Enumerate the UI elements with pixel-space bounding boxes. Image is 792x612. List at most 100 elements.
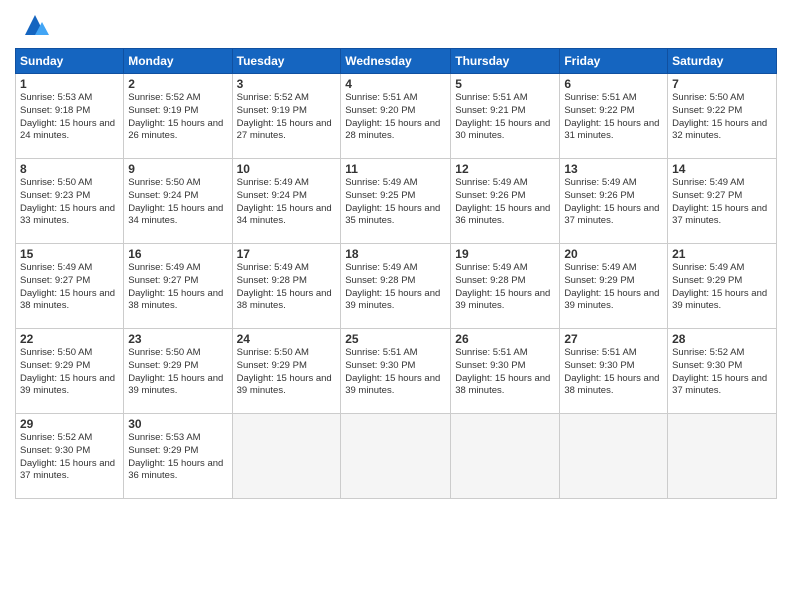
day-info: Sunrise: 5:53 AM Sunset: 9:29 PM Dayligh… bbox=[128, 432, 227, 483]
day-info: Sunrise: 5:49 AM Sunset: 9:25 PM Dayligh… bbox=[345, 177, 446, 228]
day-info: Sunrise: 5:49 AM Sunset: 9:28 PM Dayligh… bbox=[345, 262, 446, 313]
day-number: 25 bbox=[345, 332, 446, 346]
day-number: 13 bbox=[564, 162, 663, 176]
header-tuesday: Tuesday bbox=[232, 49, 341, 74]
day-number: 19 bbox=[455, 247, 555, 261]
calendar-cell: 4 Sunrise: 5:51 AM Sunset: 9:20 PM Dayli… bbox=[341, 74, 451, 159]
page: Sunday Monday Tuesday Wednesday Thursday… bbox=[0, 0, 792, 612]
day-number: 1 bbox=[20, 77, 119, 91]
calendar-cell bbox=[668, 414, 777, 499]
calendar-header-row: Sunday Monday Tuesday Wednesday Thursday… bbox=[16, 49, 777, 74]
day-info: Sunrise: 5:50 AM Sunset: 9:23 PM Dayligh… bbox=[20, 177, 119, 228]
day-info: Sunrise: 5:49 AM Sunset: 9:26 PM Dayligh… bbox=[455, 177, 555, 228]
calendar-cell bbox=[341, 414, 451, 499]
calendar-cell: 15 Sunrise: 5:49 AM Sunset: 9:27 PM Dayl… bbox=[16, 244, 124, 329]
day-number: 30 bbox=[128, 417, 227, 431]
day-number: 28 bbox=[672, 332, 772, 346]
day-number: 17 bbox=[237, 247, 337, 261]
day-info: Sunrise: 5:49 AM Sunset: 9:28 PM Dayligh… bbox=[455, 262, 555, 313]
calendar-cell: 26 Sunrise: 5:51 AM Sunset: 9:30 PM Dayl… bbox=[451, 329, 560, 414]
header-friday: Friday bbox=[560, 49, 668, 74]
calendar-cell bbox=[560, 414, 668, 499]
day-info: Sunrise: 5:52 AM Sunset: 9:19 PM Dayligh… bbox=[128, 92, 227, 143]
day-number: 20 bbox=[564, 247, 663, 261]
calendar-cell: 28 Sunrise: 5:52 AM Sunset: 9:30 PM Dayl… bbox=[668, 329, 777, 414]
day-number: 7 bbox=[672, 77, 772, 91]
calendar-cell: 10 Sunrise: 5:49 AM Sunset: 9:24 PM Dayl… bbox=[232, 159, 341, 244]
day-number: 8 bbox=[20, 162, 119, 176]
calendar-cell bbox=[232, 414, 341, 499]
header-thursday: Thursday bbox=[451, 49, 560, 74]
header-monday: Monday bbox=[124, 49, 232, 74]
calendar-cell: 16 Sunrise: 5:49 AM Sunset: 9:27 PM Dayl… bbox=[124, 244, 232, 329]
day-info: Sunrise: 5:52 AM Sunset: 9:19 PM Dayligh… bbox=[237, 92, 337, 143]
calendar-cell: 1 Sunrise: 5:53 AM Sunset: 9:18 PM Dayli… bbox=[16, 74, 124, 159]
header bbox=[15, 10, 777, 40]
day-info: Sunrise: 5:49 AM Sunset: 9:24 PM Dayligh… bbox=[237, 177, 337, 228]
day-number: 2 bbox=[128, 77, 227, 91]
day-number: 21 bbox=[672, 247, 772, 261]
calendar-cell: 21 Sunrise: 5:49 AM Sunset: 9:29 PM Dayl… bbox=[668, 244, 777, 329]
day-info: Sunrise: 5:51 AM Sunset: 9:30 PM Dayligh… bbox=[345, 347, 446, 398]
calendar-cell: 25 Sunrise: 5:51 AM Sunset: 9:30 PM Dayl… bbox=[341, 329, 451, 414]
calendar-cell: 19 Sunrise: 5:49 AM Sunset: 9:28 PM Dayl… bbox=[451, 244, 560, 329]
day-number: 27 bbox=[564, 332, 663, 346]
calendar-cell: 20 Sunrise: 5:49 AM Sunset: 9:29 PM Dayl… bbox=[560, 244, 668, 329]
calendar-cell: 6 Sunrise: 5:51 AM Sunset: 9:22 PM Dayli… bbox=[560, 74, 668, 159]
day-info: Sunrise: 5:51 AM Sunset: 9:30 PM Dayligh… bbox=[455, 347, 555, 398]
day-info: Sunrise: 5:50 AM Sunset: 9:29 PM Dayligh… bbox=[20, 347, 119, 398]
day-number: 9 bbox=[128, 162, 227, 176]
day-number: 4 bbox=[345, 77, 446, 91]
day-number: 5 bbox=[455, 77, 555, 91]
day-info: Sunrise: 5:49 AM Sunset: 9:26 PM Dayligh… bbox=[564, 177, 663, 228]
day-number: 3 bbox=[237, 77, 337, 91]
calendar-cell: 18 Sunrise: 5:49 AM Sunset: 9:28 PM Dayl… bbox=[341, 244, 451, 329]
day-info: Sunrise: 5:49 AM Sunset: 9:29 PM Dayligh… bbox=[672, 262, 772, 313]
day-info: Sunrise: 5:49 AM Sunset: 9:27 PM Dayligh… bbox=[20, 262, 119, 313]
day-info: Sunrise: 5:51 AM Sunset: 9:30 PM Dayligh… bbox=[564, 347, 663, 398]
day-info: Sunrise: 5:50 AM Sunset: 9:29 PM Dayligh… bbox=[128, 347, 227, 398]
header-sunday: Sunday bbox=[16, 49, 124, 74]
day-number: 23 bbox=[128, 332, 227, 346]
day-info: Sunrise: 5:49 AM Sunset: 9:29 PM Dayligh… bbox=[564, 262, 663, 313]
day-info: Sunrise: 5:51 AM Sunset: 9:22 PM Dayligh… bbox=[564, 92, 663, 143]
day-info: Sunrise: 5:50 AM Sunset: 9:29 PM Dayligh… bbox=[237, 347, 337, 398]
calendar-cell: 12 Sunrise: 5:49 AM Sunset: 9:26 PM Dayl… bbox=[451, 159, 560, 244]
calendar-cell: 23 Sunrise: 5:50 AM Sunset: 9:29 PM Dayl… bbox=[124, 329, 232, 414]
day-number: 22 bbox=[20, 332, 119, 346]
header-wednesday: Wednesday bbox=[341, 49, 451, 74]
day-info: Sunrise: 5:53 AM Sunset: 9:18 PM Dayligh… bbox=[20, 92, 119, 143]
calendar-week-row: 1 Sunrise: 5:53 AM Sunset: 9:18 PM Dayli… bbox=[16, 74, 777, 159]
day-info: Sunrise: 5:52 AM Sunset: 9:30 PM Dayligh… bbox=[672, 347, 772, 398]
day-number: 14 bbox=[672, 162, 772, 176]
day-info: Sunrise: 5:52 AM Sunset: 9:30 PM Dayligh… bbox=[20, 432, 119, 483]
calendar-cell: 29 Sunrise: 5:52 AM Sunset: 9:30 PM Dayl… bbox=[16, 414, 124, 499]
calendar-cell: 30 Sunrise: 5:53 AM Sunset: 9:29 PM Dayl… bbox=[124, 414, 232, 499]
calendar-week-row: 29 Sunrise: 5:52 AM Sunset: 9:30 PM Dayl… bbox=[16, 414, 777, 499]
calendar-cell: 13 Sunrise: 5:49 AM Sunset: 9:26 PM Dayl… bbox=[560, 159, 668, 244]
calendar-week-row: 22 Sunrise: 5:50 AM Sunset: 9:29 PM Dayl… bbox=[16, 329, 777, 414]
calendar-cell: 2 Sunrise: 5:52 AM Sunset: 9:19 PM Dayli… bbox=[124, 74, 232, 159]
logo-icon bbox=[20, 10, 50, 40]
day-number: 29 bbox=[20, 417, 119, 431]
calendar-cell bbox=[451, 414, 560, 499]
day-info: Sunrise: 5:49 AM Sunset: 9:28 PM Dayligh… bbox=[237, 262, 337, 313]
calendar-cell: 3 Sunrise: 5:52 AM Sunset: 9:19 PM Dayli… bbox=[232, 74, 341, 159]
day-number: 24 bbox=[237, 332, 337, 346]
calendar-cell: 7 Sunrise: 5:50 AM Sunset: 9:22 PM Dayli… bbox=[668, 74, 777, 159]
day-number: 26 bbox=[455, 332, 555, 346]
day-info: Sunrise: 5:51 AM Sunset: 9:20 PM Dayligh… bbox=[345, 92, 446, 143]
day-number: 6 bbox=[564, 77, 663, 91]
calendar-cell: 22 Sunrise: 5:50 AM Sunset: 9:29 PM Dayl… bbox=[16, 329, 124, 414]
day-number: 18 bbox=[345, 247, 446, 261]
calendar-cell: 24 Sunrise: 5:50 AM Sunset: 9:29 PM Dayl… bbox=[232, 329, 341, 414]
calendar-cell: 8 Sunrise: 5:50 AM Sunset: 9:23 PM Dayli… bbox=[16, 159, 124, 244]
day-info: Sunrise: 5:49 AM Sunset: 9:27 PM Dayligh… bbox=[672, 177, 772, 228]
day-number: 11 bbox=[345, 162, 446, 176]
day-info: Sunrise: 5:50 AM Sunset: 9:22 PM Dayligh… bbox=[672, 92, 772, 143]
calendar-cell: 11 Sunrise: 5:49 AM Sunset: 9:25 PM Dayl… bbox=[341, 159, 451, 244]
day-number: 16 bbox=[128, 247, 227, 261]
calendar-cell: 9 Sunrise: 5:50 AM Sunset: 9:24 PM Dayli… bbox=[124, 159, 232, 244]
calendar-cell: 5 Sunrise: 5:51 AM Sunset: 9:21 PM Dayli… bbox=[451, 74, 560, 159]
calendar-cell: 27 Sunrise: 5:51 AM Sunset: 9:30 PM Dayl… bbox=[560, 329, 668, 414]
